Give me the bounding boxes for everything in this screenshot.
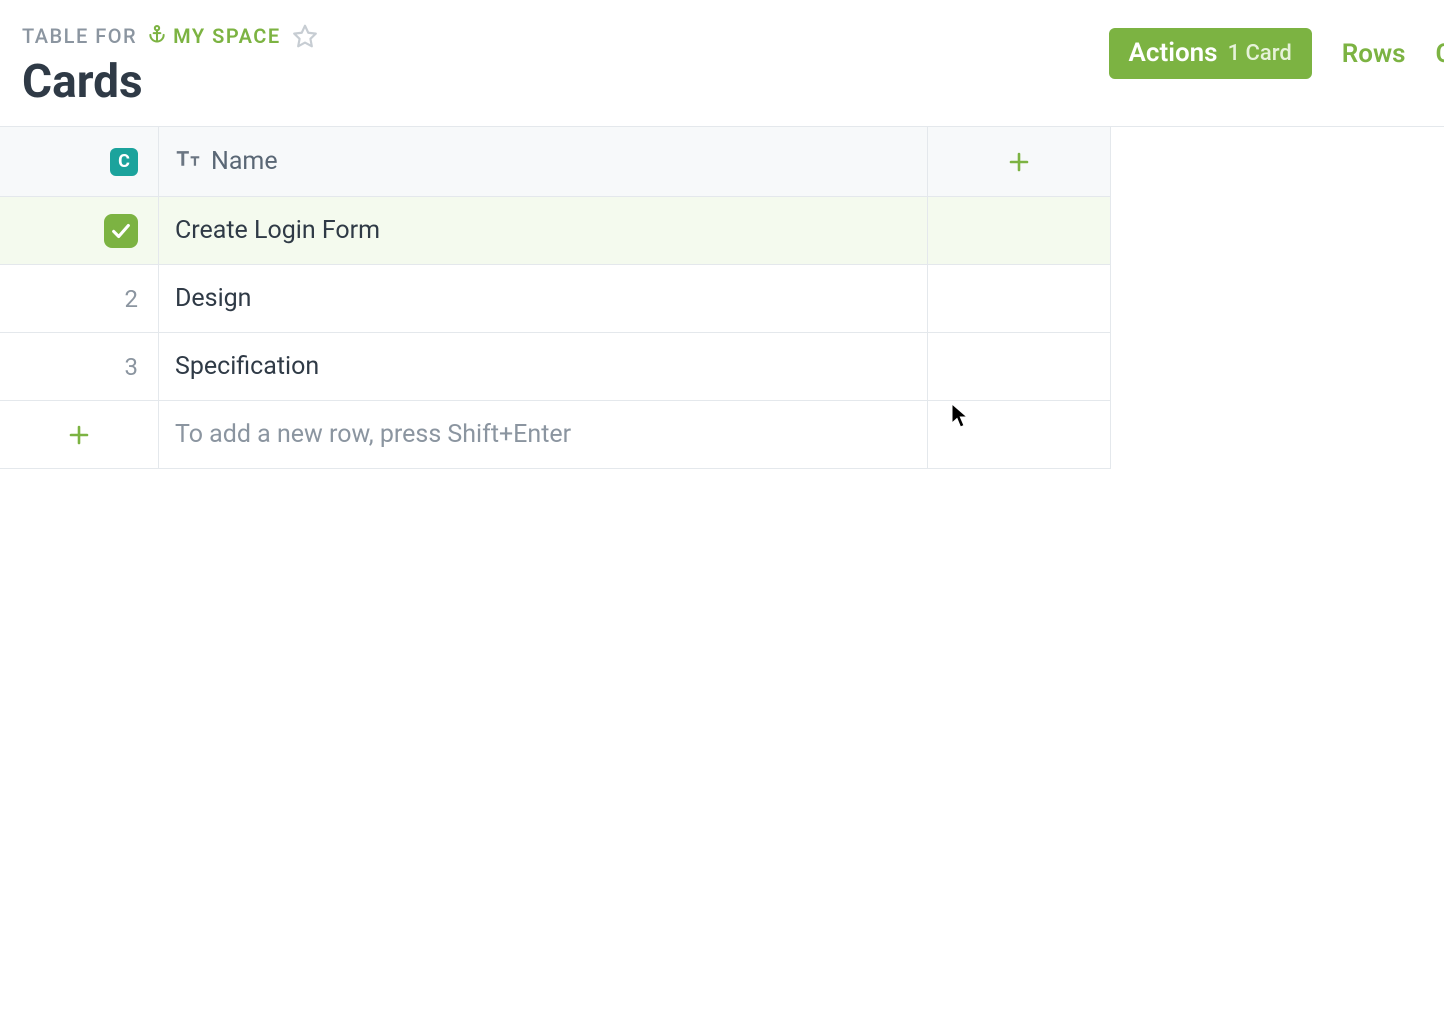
space-name: MY SPACE: [173, 24, 281, 48]
cards-table: C Name: [0, 127, 1111, 469]
column-header-name[interactable]: Name: [159, 127, 928, 196]
columns-button[interactable]: Col: [1436, 39, 1444, 69]
table-row[interactable]: 2 Design: [0, 265, 1110, 333]
row-index: 3: [125, 353, 139, 381]
table-row[interactable]: 3 Specification: [0, 333, 1110, 401]
add-row-hint: To add a new row, press Shift+Enter: [175, 420, 571, 449]
text-type-icon: [175, 147, 201, 176]
row-extra-cell[interactable]: [928, 197, 1110, 264]
table-header-row: C Name: [0, 127, 1110, 197]
check-icon: [110, 220, 132, 242]
rows-button[interactable]: Rows: [1342, 39, 1406, 69]
row-checkbox-checked[interactable]: [104, 214, 138, 248]
row-checkbox-cell[interactable]: [0, 197, 159, 264]
actions-label: Actions: [1129, 38, 1218, 68]
add-column-cell[interactable]: [928, 127, 1110, 196]
collection-badge: C: [110, 148, 138, 176]
page-header: TABLE FOR MY SPACE Cards: [0, 0, 1444, 127]
breadcrumb-prefix: TABLE FOR: [22, 24, 137, 48]
breadcrumb: TABLE FOR MY SPACE: [22, 22, 319, 50]
header-toolbar: Actions 1 Card Rows Col: [1109, 22, 1444, 79]
star-icon: [292, 23, 318, 49]
row-name-cell[interactable]: Specification: [159, 333, 928, 400]
anchor-icon: [147, 24, 167, 49]
header-left: TABLE FOR MY SPACE Cards: [22, 22, 319, 106]
space-link[interactable]: MY SPACE: [147, 24, 281, 49]
row-index-cell[interactable]: 3: [0, 333, 159, 400]
column-name-label: Name: [211, 147, 278, 176]
row-name: Design: [175, 284, 252, 313]
row-name-cell[interactable]: Design: [159, 265, 928, 332]
row-index-cell[interactable]: 2: [0, 265, 159, 332]
actions-count: 1 Card: [1228, 41, 1292, 66]
plus-icon: [1007, 150, 1031, 174]
add-row-hint-cell[interactable]: To add a new row, press Shift+Enter: [159, 401, 928, 468]
favorite-button[interactable]: [291, 22, 319, 50]
row-selector-header[interactable]: C: [0, 127, 159, 196]
add-row-button[interactable]: [0, 401, 159, 468]
row-extra-cell[interactable]: [928, 333, 1110, 400]
add-row[interactable]: To add a new row, press Shift+Enter: [0, 401, 1110, 469]
row-extra-cell[interactable]: [928, 265, 1110, 332]
row-name-cell[interactable]: Create Login Form: [159, 197, 928, 264]
add-row-extra: [928, 401, 1110, 468]
page-title: Cards: [22, 58, 319, 106]
row-index: 2: [125, 285, 139, 313]
actions-button[interactable]: Actions 1 Card: [1109, 28, 1312, 79]
table-row[interactable]: Create Login Form: [0, 197, 1110, 265]
plus-icon: [67, 423, 91, 447]
row-name: Create Login Form: [175, 216, 380, 245]
row-name: Specification: [175, 352, 319, 381]
